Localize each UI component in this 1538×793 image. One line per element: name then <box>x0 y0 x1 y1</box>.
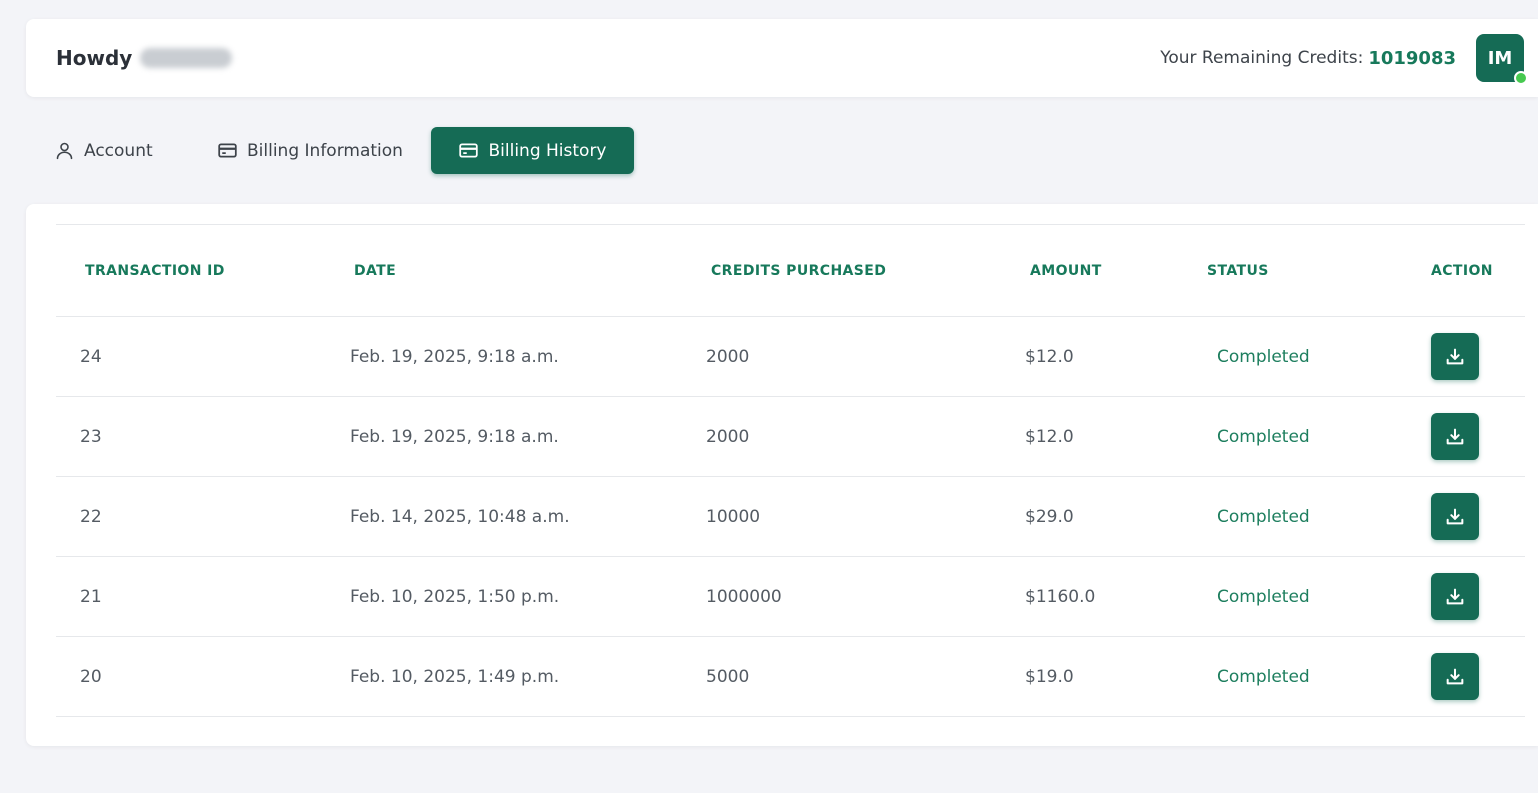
avatar[interactable]: IM <box>1476 34 1528 85</box>
download-invoice-button[interactable] <box>1431 333 1479 380</box>
credits-purchased: 2000 <box>706 347 750 367</box>
column-header-date[interactable]: DATE <box>354 225 396 317</box>
amount: $29.0 <box>1025 507 1074 527</box>
column-header-action: ACTION <box>1431 263 1493 279</box>
table-row: 24 Feb. 19, 2025, 9:18 a.m. 2000 $12.0 C… <box>56 317 1525 397</box>
amount: $12.0 <box>1025 347 1074 367</box>
status-badge: Completed <box>1217 587 1310 607</box>
transaction-id: 20 <box>80 667 102 687</box>
greeting-text: Howdy <box>56 46 133 70</box>
tab-billing-information-label: Billing Information <box>247 140 403 161</box>
download-icon <box>1446 348 1464 364</box>
transaction-date: Feb. 10, 2025, 1:50 p.m. <box>350 587 560 607</box>
status-badge: Completed <box>1217 427 1310 447</box>
status-badge: Completed <box>1217 507 1310 527</box>
amount: $19.0 <box>1025 667 1074 687</box>
download-invoice-button[interactable] <box>1431 493 1479 540</box>
amount: $12.0 <box>1025 427 1074 447</box>
billing-history-table: TRANSACTION ID DATE CREDITS PURCHASED AM… <box>26 204 1538 746</box>
download-invoice-button[interactable] <box>1431 573 1479 620</box>
column-header-status[interactable]: STATUS <box>1207 225 1269 317</box>
blurred-username <box>140 48 233 68</box>
credits-value: 1019083 <box>1368 47 1456 69</box>
avatar-initials: IM <box>1487 47 1513 69</box>
top-header: Howdy Your Remaining Credits: 1019083 IM <box>26 19 1538 97</box>
remaining-credits: Your Remaining Credits: 1019083 <box>1160 19 1456 97</box>
online-status-indicator <box>1514 71 1528 85</box>
tab-billing-history-label: Billing History <box>488 140 607 161</box>
download-icon <box>1446 428 1464 444</box>
column-header-amount[interactable]: AMOUNT <box>1030 225 1102 317</box>
transaction-date: Feb. 19, 2025, 9:18 a.m. <box>350 427 559 447</box>
table-header: TRANSACTION ID DATE CREDITS PURCHASED AM… <box>56 225 1525 317</box>
credits-purchased: 10000 <box>706 507 761 527</box>
status-badge: Completed <box>1217 347 1310 367</box>
download-icon <box>1446 508 1464 524</box>
table-row: 20 Feb. 10, 2025, 1:49 p.m. 5000 $19.0 C… <box>56 637 1525 717</box>
transaction-date: Feb. 10, 2025, 1:49 p.m. <box>350 667 560 687</box>
credits-purchased: 1000000 <box>706 587 782 607</box>
status-badge: Completed <box>1217 667 1310 687</box>
credits-label: Your Remaining Credits: <box>1160 48 1364 68</box>
transaction-id: 22 <box>80 507 102 527</box>
column-header-credits-purchased[interactable]: CREDITS PURCHASED <box>711 225 886 317</box>
download-invoice-button[interactable] <box>1431 653 1479 700</box>
transaction-id: 21 <box>80 587 102 607</box>
credits-purchased: 2000 <box>706 427 750 447</box>
table-row: 21 Feb. 10, 2025, 1:50 p.m. 1000000 $116… <box>56 557 1525 637</box>
transaction-id: 24 <box>80 347 102 367</box>
transaction-id: 23 <box>80 427 102 447</box>
credits-purchased: 5000 <box>706 667 750 687</box>
download-icon <box>1446 668 1464 684</box>
table-body: 24 Feb. 19, 2025, 9:18 a.m. 2000 $12.0 C… <box>56 317 1525 717</box>
table-row: 23 Feb. 19, 2025, 9:18 a.m. 2000 $12.0 C… <box>56 397 1525 477</box>
user-icon <box>54 140 75 161</box>
transaction-date: Feb. 14, 2025, 10:48 a.m. <box>350 507 570 527</box>
credit-card-icon <box>458 140 479 161</box>
table-row: 22 Feb. 14, 2025, 10:48 a.m. 10000 $29.0… <box>56 477 1525 557</box>
tab-billing-information[interactable]: Billing Information <box>217 127 431 174</box>
tab-account-label: Account <box>84 140 153 161</box>
transaction-date: Feb. 19, 2025, 9:18 a.m. <box>350 347 559 367</box>
download-invoice-button[interactable] <box>1431 413 1479 460</box>
greeting: Howdy <box>56 19 233 97</box>
tab-account[interactable]: Account <box>54 127 217 174</box>
settings-tabs: Account Billing Information Billing Hist… <box>54 127 634 174</box>
download-icon <box>1446 588 1464 604</box>
credit-card-icon <box>217 140 238 161</box>
tab-billing-history[interactable]: Billing History <box>431 127 634 174</box>
column-header-transaction-id[interactable]: TRANSACTION ID <box>85 225 225 317</box>
amount: $1160.0 <box>1025 587 1096 607</box>
